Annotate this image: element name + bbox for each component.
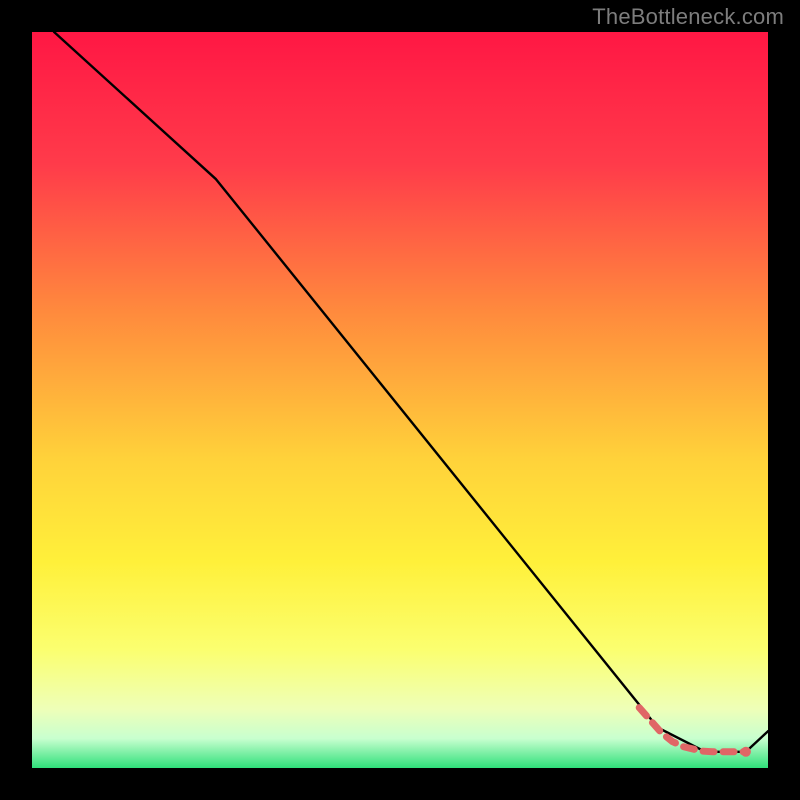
bottleneck-chart: [0, 0, 800, 800]
plot-gradient-bg: [32, 32, 768, 768]
chart-stage: TheBottleneck.com: [0, 0, 800, 800]
watermark-text: TheBottleneck.com: [592, 4, 784, 30]
optimal-range-end-dot: [741, 747, 751, 757]
